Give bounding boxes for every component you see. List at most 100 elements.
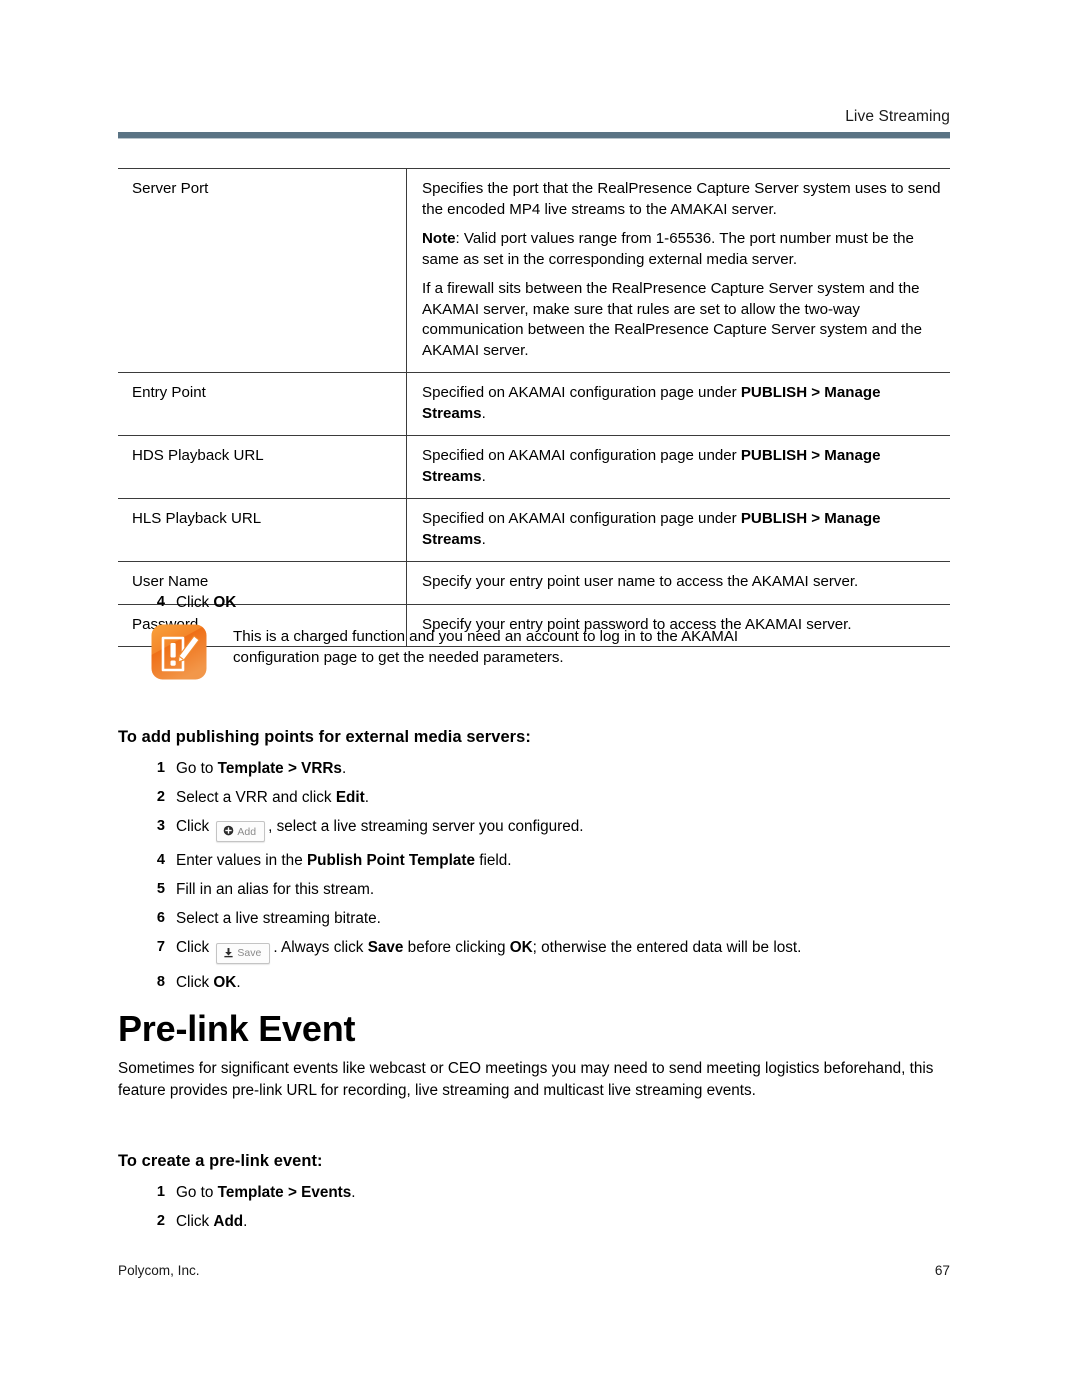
- step-text: , select a live streaming server you con…: [268, 818, 584, 835]
- step-text: field.: [474, 852, 512, 870]
- step-item: 1 Go to Template > Events.: [118, 1182, 950, 1203]
- step-item: 6 Select a live streaming bitrate.: [118, 908, 950, 929]
- step-text: Go to: [176, 760, 218, 777]
- save-button[interactable]: Save: [216, 942, 271, 964]
- table-cell-setting-name: HLS Playback URL: [118, 498, 407, 562]
- step-emphasis: Add: [213, 1213, 244, 1230]
- description-paragraph: Specifies the port that the RealPresence…: [422, 179, 944, 220]
- step-number: 2: [156, 789, 165, 805]
- step-text: Go to: [176, 1184, 218, 1201]
- step-text: Select a live streaming bitrate.: [176, 910, 381, 928]
- procedure-step-list: 1 Go to Template > Events. 2 Click Add.: [118, 1182, 950, 1232]
- description-paragraph: Specified on AKAMAI configuration page u…: [422, 446, 944, 487]
- step-text: . Always click: [273, 939, 368, 957]
- body-text: Specified on AKAMAI configuration page u…: [422, 447, 741, 464]
- step-number: 3: [156, 818, 165, 834]
- step-text: Fill in an alias for this stream.: [176, 881, 375, 899]
- table-row: Server Port Specifies the port that the R…: [118, 168, 950, 373]
- emphasis-text: Note: [422, 230, 456, 247]
- step-item: 3 Click Add , select a live streaming serv…: [118, 816, 950, 843]
- step-emphasis: Template > Events: [217, 1184, 352, 1201]
- table-body: Server Port Specifies the port that the R…: [118, 168, 950, 647]
- body-text: Specifies the port that the RealPresence…: [422, 180, 941, 218]
- add-button[interactable]: Add: [216, 821, 266, 843]
- settings-table: Server Port Specifies the port that the R…: [118, 168, 950, 647]
- step-text: Click: [176, 973, 214, 991]
- section-heading-block: Pre-link Event: [118, 1008, 950, 1050]
- step-number: 2: [156, 1213, 165, 1229]
- step-number: 5: [156, 881, 165, 898]
- step-number: 4: [156, 594, 165, 610]
- description-paragraph: Specified on AKAMAI configuration page u…: [422, 509, 944, 550]
- step-text: Click: [176, 939, 214, 957]
- step-emphasis: Publish Point Template: [306, 852, 475, 870]
- body-text: Specify your entry point user name to ac…: [422, 573, 859, 590]
- step-text: .: [243, 1213, 248, 1230]
- procedure-publishing-points: To add publishing points for external me…: [118, 728, 950, 1001]
- step-item: 7 Click Save. Always click Save before cl…: [118, 937, 950, 964]
- body-text: Specified on AKAMAI configuration page u…: [422, 510, 741, 527]
- page-footer: Polycom, Inc. 67: [118, 1263, 950, 1278]
- body-text: .: [481, 530, 486, 548]
- note-pencil-exclamation-icon: [150, 623, 208, 681]
- description-paragraph: If a firewall sits between the RealPrese…: [422, 279, 944, 361]
- procedure-heading: To create a pre-link event:: [118, 1152, 323, 1170]
- step-item: 4 Click OK: [118, 592, 950, 613]
- step-text: Click: [176, 818, 214, 835]
- procedure-step-list: 1 Go to Template > VRRs. 2 Select a VRR and…: [118, 758, 950, 993]
- step-text: before clicking: [403, 939, 510, 957]
- step-number: 6: [156, 910, 165, 927]
- table-cell-description: Specified on AKAMAI configuration page u…: [406, 498, 950, 562]
- step-number: 4: [156, 852, 165, 869]
- page-title: Pre-link Event: [118, 1008, 356, 1049]
- table-cell-description: Specified on AKAMAI configuration page u…: [406, 435, 950, 499]
- step-text: Select a VRR and click: [176, 789, 336, 806]
- note-callout: This is a charged function and you need …: [118, 622, 1065, 684]
- step-text: .: [236, 973, 241, 991]
- footer-page-number: 67: [934, 1263, 950, 1278]
- table-cell-setting-name: HDS Playback URL: [118, 435, 407, 499]
- add-button-label: Add: [237, 825, 257, 838]
- step-item: 4 Enter values in the Publish Point Templ…: [118, 850, 950, 871]
- description-paragraph: Specify your entry point user name to ac…: [422, 572, 944, 593]
- body-text: : Valid port values range from 1-65536. …: [422, 230, 914, 268]
- procedure-prelink-event: To create a pre-link event: 1 Go to Templ…: [118, 1152, 950, 1240]
- step-item: 8 Click OK.: [118, 972, 950, 993]
- step-item: 2 Select a VRR and click Edit.: [118, 787, 950, 808]
- description-paragraph: Specified on AKAMAI configuration page u…: [422, 383, 944, 424]
- step-text: .: [364, 789, 369, 806]
- step-item: 5 Fill in an alias for this stream.: [118, 879, 950, 900]
- step-text-prefix: Click: [176, 594, 214, 611]
- footer-company: Polycom, Inc.: [118, 1263, 200, 1278]
- table-row: HDS Playback URL Specified on AKAMAI conf…: [118, 435, 950, 499]
- plus-circle-icon: [223, 825, 234, 838]
- step-click-ok-block: 4 Click OK: [118, 592, 950, 618]
- step-number: 7: [156, 939, 165, 956]
- step-item: 1 Go to Template > VRRs.: [118, 758, 950, 779]
- note-text: This is a charged function and you need …: [233, 628, 739, 666]
- description-paragraph: Note: Valid port values range from 1-655…: [422, 229, 944, 270]
- table-row: Entry Point Specified on AKAMAI configura…: [118, 372, 950, 436]
- step-item: 2 Click Add.: [118, 1211, 950, 1232]
- step-text: ; otherwise the entered data will be los…: [532, 939, 802, 957]
- step-text: .: [351, 1184, 356, 1201]
- body-text: If a firewall sits between the RealPrese…: [422, 280, 923, 359]
- step-emphasis: OK: [213, 973, 237, 991]
- step-number: 1: [156, 1184, 165, 1200]
- table-cell-setting-name: Server Port: [118, 168, 407, 373]
- section-paragraph-block: Sometimes for significant events like we…: [118, 1058, 950, 1102]
- step-text: Enter values in the: [176, 852, 307, 870]
- step-text-bold: OK: [213, 594, 237, 611]
- document-page: Live Streaming Server Port Specifies the …: [0, 0, 1080, 1397]
- save-download-icon: [223, 947, 234, 960]
- table-row: HLS Playback URL Specified on AKAMAI conf…: [118, 498, 950, 562]
- step-text: Click: [176, 1213, 214, 1230]
- step-emphasis: Template > VRRs: [217, 760, 342, 777]
- step-number: 1: [156, 760, 165, 776]
- step-emphasis: Save: [367, 939, 404, 957]
- section-paragraph: Sometimes for significant events like we…: [118, 1060, 934, 1099]
- table-cell-description: Specified on AKAMAI configuration page u…: [406, 372, 950, 436]
- table-cell-setting-name: Entry Point: [118, 372, 407, 436]
- table-cell-description: Specifies the port that the RealPresence…: [406, 168, 950, 373]
- header-divider-rule: [118, 132, 950, 139]
